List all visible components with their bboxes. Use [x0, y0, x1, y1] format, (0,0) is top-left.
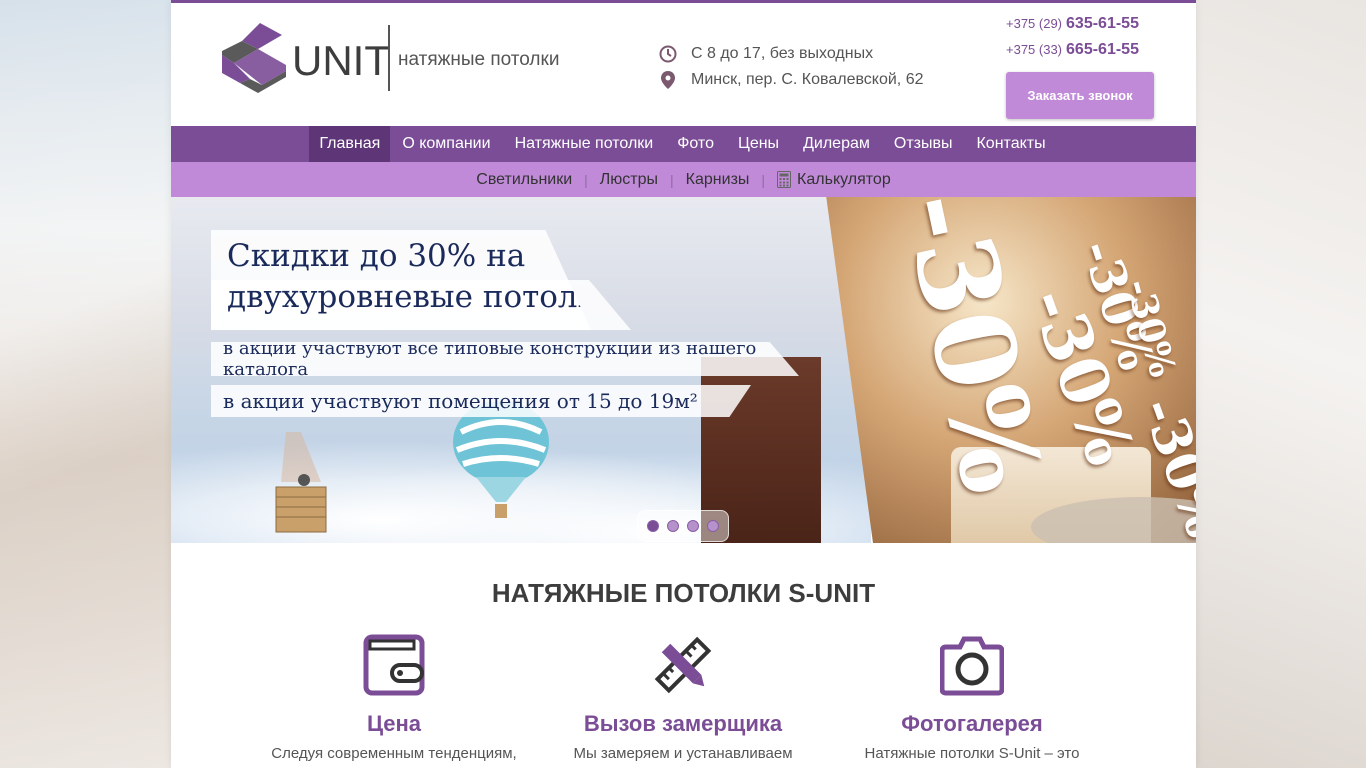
background-left	[0, 0, 171, 768]
subnav-item-calculator[interactable]: Калькулятор	[765, 171, 903, 189]
nav-item-contacts[interactable]: Контакты	[964, 126, 1057, 162]
feature-price[interactable]: Цена Следуя современным тенденциям,	[244, 633, 544, 762]
nav-item-home[interactable]: Главная	[309, 126, 391, 162]
slider-dot-3[interactable]	[687, 520, 699, 532]
location-pin-icon	[659, 71, 677, 89]
feature-gallery-text: Натяжные потолки S-Unit – это	[864, 745, 1080, 762]
wallet-icon	[363, 634, 425, 696]
section-title: НАТЯЖНЫЕ ПОТОЛКИ S-UNIT	[491, 578, 876, 608]
camera-icon	[940, 636, 1004, 696]
nav-item-reviews[interactable]: Отзывы	[882, 126, 965, 162]
working-hours: С 8 до 17, без выходных	[691, 45, 874, 62]
subnav-item-lamps[interactable]: Светильники	[464, 171, 584, 189]
feature-measure[interactable]: Вызов замерщика Мы замеряем и устанавлив…	[533, 633, 833, 762]
feature-measure-title: Вызов замерщика	[583, 711, 783, 736]
feature-price-text: Следуя современным тенденциям,	[271, 745, 517, 762]
promo-title: Скидки до 30% на двухуровневые потолки	[211, 230, 591, 330]
contact-info: С 8 до 17, без выходных Минск, пер. С. К…	[659, 41, 923, 93]
subnav-item-cornices[interactable]: Карнизы	[674, 171, 762, 189]
slider-dot-1[interactable]	[647, 520, 659, 532]
page-container: UNIT натяжные потолки С 8 до 17, без вых…	[171, 0, 1196, 768]
address-row: Минск, пер. С. Ковалевской, 62	[659, 67, 923, 93]
feature-price-title: Цена	[366, 711, 422, 736]
slider-dot-2[interactable]	[667, 520, 679, 532]
balloon-basket-image	[275, 432, 327, 533]
logo-divider	[388, 25, 390, 91]
promo-title-line-2: двухуровневые потолки	[227, 279, 618, 315]
phone-2-number: 665-61-55	[1066, 41, 1139, 58]
phone-2[interactable]: +375 (33) 665-61-55	[1006, 40, 1139, 66]
header: UNIT натяжные потолки С 8 до 17, без вых…	[171, 3, 1196, 126]
nav-item-prices[interactable]: Цены	[726, 126, 791, 162]
ruler-pencil-icon	[654, 636, 712, 694]
feature-measure-text: Мы замеряем и устанавливаем	[573, 745, 793, 762]
clock-icon	[659, 45, 677, 63]
slider-dots	[637, 510, 729, 542]
logo-tagline: натяжные потолки	[398, 49, 560, 70]
logo[interactable]: UNIT натяжные потолки	[220, 21, 580, 101]
nav-item-about[interactable]: О компании	[390, 126, 502, 162]
phone-2-prefix: +375 (33)	[1006, 42, 1063, 57]
calculator-icon	[777, 171, 792, 188]
phone-list: +375 (29) 635-61-55 +375 (33) 665-61-55	[1006, 14, 1139, 66]
calculator-label: Калькулятор	[797, 170, 891, 188]
nav-item-photo[interactable]: Фото	[665, 126, 726, 162]
promo-title-line-1: Скидки до 30% на	[227, 238, 526, 274]
callback-button[interactable]: Заказать звонок	[1006, 72, 1154, 119]
promo-slider[interactable]: -30% -30% -30% -30% -30% Скидки до 30% н…	[171, 197, 1196, 543]
balloon-image	[453, 402, 549, 518]
phone-1-number: 635-61-55	[1066, 15, 1139, 32]
nav-item-ceilings[interactable]: Натяжные потолки	[503, 126, 666, 162]
hours-row: С 8 до 17, без выходных	[659, 41, 923, 67]
slider-dot-4[interactable]	[707, 520, 719, 532]
logo-text: UNIT	[292, 37, 390, 84]
phone-1-prefix: +375 (29)	[1006, 16, 1063, 31]
sub-nav: Светильники | Люстры | Карнизы | Калькул…	[171, 162, 1196, 197]
main-nav: Главная О компании Натяжные потолки Фото…	[171, 126, 1196, 162]
background-right	[1196, 0, 1366, 768]
phone-1[interactable]: +375 (29) 635-61-55	[1006, 14, 1139, 40]
nav-item-dealers[interactable]: Дилерам	[791, 126, 882, 162]
feature-gallery[interactable]: Фотогалерея Натяжные потолки S-Unit – эт…	[822, 633, 1122, 762]
promo-line-1: в акции участвуют все типовые конструкци…	[211, 342, 799, 376]
subnav-item-chandeliers[interactable]: Люстры	[588, 171, 670, 189]
promo-line-2: в акции участвуют помещения от 15 до 19м…	[211, 385, 751, 417]
address: Минск, пер. С. Ковалевской, 62	[691, 71, 924, 88]
logo-s-icon	[222, 23, 286, 93]
feature-gallery-title: Фотогалерея	[901, 711, 1043, 736]
